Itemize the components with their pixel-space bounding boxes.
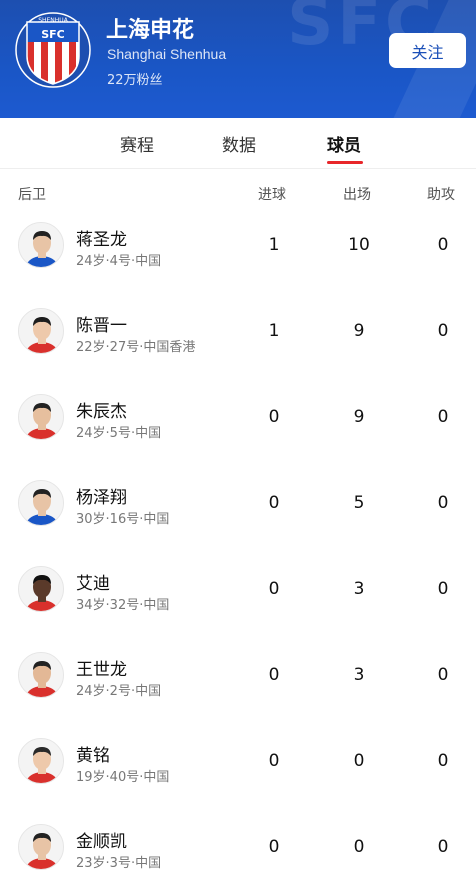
player-row[interactable]: 艾迪 34岁·32号·中国 0 3 0 [0, 546, 476, 632]
player-assists: 0 [437, 321, 449, 341]
player-avatar [18, 566, 64, 612]
player-appearances: 3 [353, 665, 365, 685]
tab-bar: 赛程 数据 球员 [0, 118, 476, 168]
player-meta: 24岁·2号·中国 [76, 684, 162, 699]
player-goals: 0 [268, 837, 280, 857]
player-goals: 1 [268, 321, 280, 341]
follow-button[interactable]: 关注 [389, 33, 466, 68]
player-assists: 0 [437, 837, 449, 857]
player-avatar [18, 480, 64, 526]
team-header: SFC SHENHUA SFC 上海申花 Shanghai Shenhua 22… [0, 0, 476, 118]
column-header-assists: 助攻 [427, 187, 455, 203]
player-appearances: 5 [353, 493, 365, 513]
divider [0, 168, 476, 169]
player-appearances: 10 [348, 235, 370, 255]
team-name-en: Shanghai Shenhua [107, 46, 227, 62]
player-appearances: 3 [353, 579, 365, 599]
player-assists: 0 [437, 407, 449, 427]
player-name: 黄铭 [76, 746, 110, 766]
player-name: 王世龙 [76, 660, 127, 680]
section-label: 后卫 [18, 187, 46, 203]
player-name: 艾迪 [76, 574, 110, 594]
player-appearances: 0 [353, 751, 365, 771]
player-name: 朱辰杰 [76, 402, 127, 422]
player-meta: 19岁·40号·中国 [76, 770, 170, 785]
player-goals: 0 [268, 407, 280, 427]
player-meta: 24岁·4号·中国 [76, 254, 162, 269]
player-meta: 30岁·16号·中国 [76, 512, 170, 527]
player-avatar [18, 824, 64, 870]
player-row[interactable]: 朱辰杰 24岁·5号·中国 0 9 0 [0, 374, 476, 460]
player-meta: 24岁·5号·中国 [76, 426, 162, 441]
player-appearances: 9 [353, 321, 365, 341]
player-meta: 34岁·32号·中国 [76, 598, 170, 613]
team-name: 上海申花 [106, 18, 195, 43]
player-name: 陈晋一 [76, 316, 127, 336]
logo-text-mid: SFC [41, 28, 65, 41]
player-row[interactable]: 陈晋一 22岁·27号·中国香港 1 9 0 [0, 288, 476, 374]
player-goals: 0 [268, 665, 280, 685]
player-goals: 0 [268, 493, 280, 513]
column-header-appearances: 出场 [343, 187, 371, 203]
tab-stats[interactable]: 数据 [222, 131, 256, 156]
player-assists: 0 [437, 665, 449, 685]
player-avatar [18, 308, 64, 354]
player-assists: 0 [437, 579, 449, 599]
player-appearances: 0 [353, 837, 365, 857]
player-row[interactable]: 王世龙 24岁·2号·中国 0 3 0 [0, 632, 476, 718]
player-avatar [18, 738, 64, 784]
team-logo: SHENHUA SFC [15, 12, 91, 88]
player-goals: 0 [268, 751, 280, 771]
player-row[interactable]: 蒋圣龙 24岁·4号·中国 1 10 0 [0, 202, 476, 288]
player-avatar [18, 652, 64, 698]
active-tab-indicator [327, 161, 363, 164]
player-row[interactable]: 金顺凯 23岁·3号·中国 0 0 0 [0, 804, 476, 889]
player-goals: 0 [268, 579, 280, 599]
player-assists: 0 [437, 235, 449, 255]
tab-schedule[interactable]: 赛程 [120, 131, 154, 156]
player-assists: 0 [437, 493, 449, 513]
tab-players[interactable]: 球员 [327, 131, 361, 156]
player-goals: 1 [268, 235, 280, 255]
player-name: 金顺凯 [76, 832, 127, 852]
player-row[interactable]: 黄铭 19岁·40号·中国 0 0 0 [0, 718, 476, 804]
player-name: 蒋圣龙 [76, 230, 127, 250]
player-avatar [18, 222, 64, 268]
player-avatar [18, 394, 64, 440]
player-meta: 23岁·3号·中国 [76, 856, 162, 871]
player-appearances: 9 [353, 407, 365, 427]
player-assists: 0 [437, 751, 449, 771]
player-meta: 22岁·27号·中国香港 [76, 340, 196, 355]
column-header-goals: 进球 [258, 187, 286, 203]
fan-count: 22万粉丝 [107, 73, 163, 88]
player-name: 杨泽翔 [76, 488, 127, 508]
player-row[interactable]: 杨泽翔 30岁·16号·中国 0 5 0 [0, 460, 476, 546]
